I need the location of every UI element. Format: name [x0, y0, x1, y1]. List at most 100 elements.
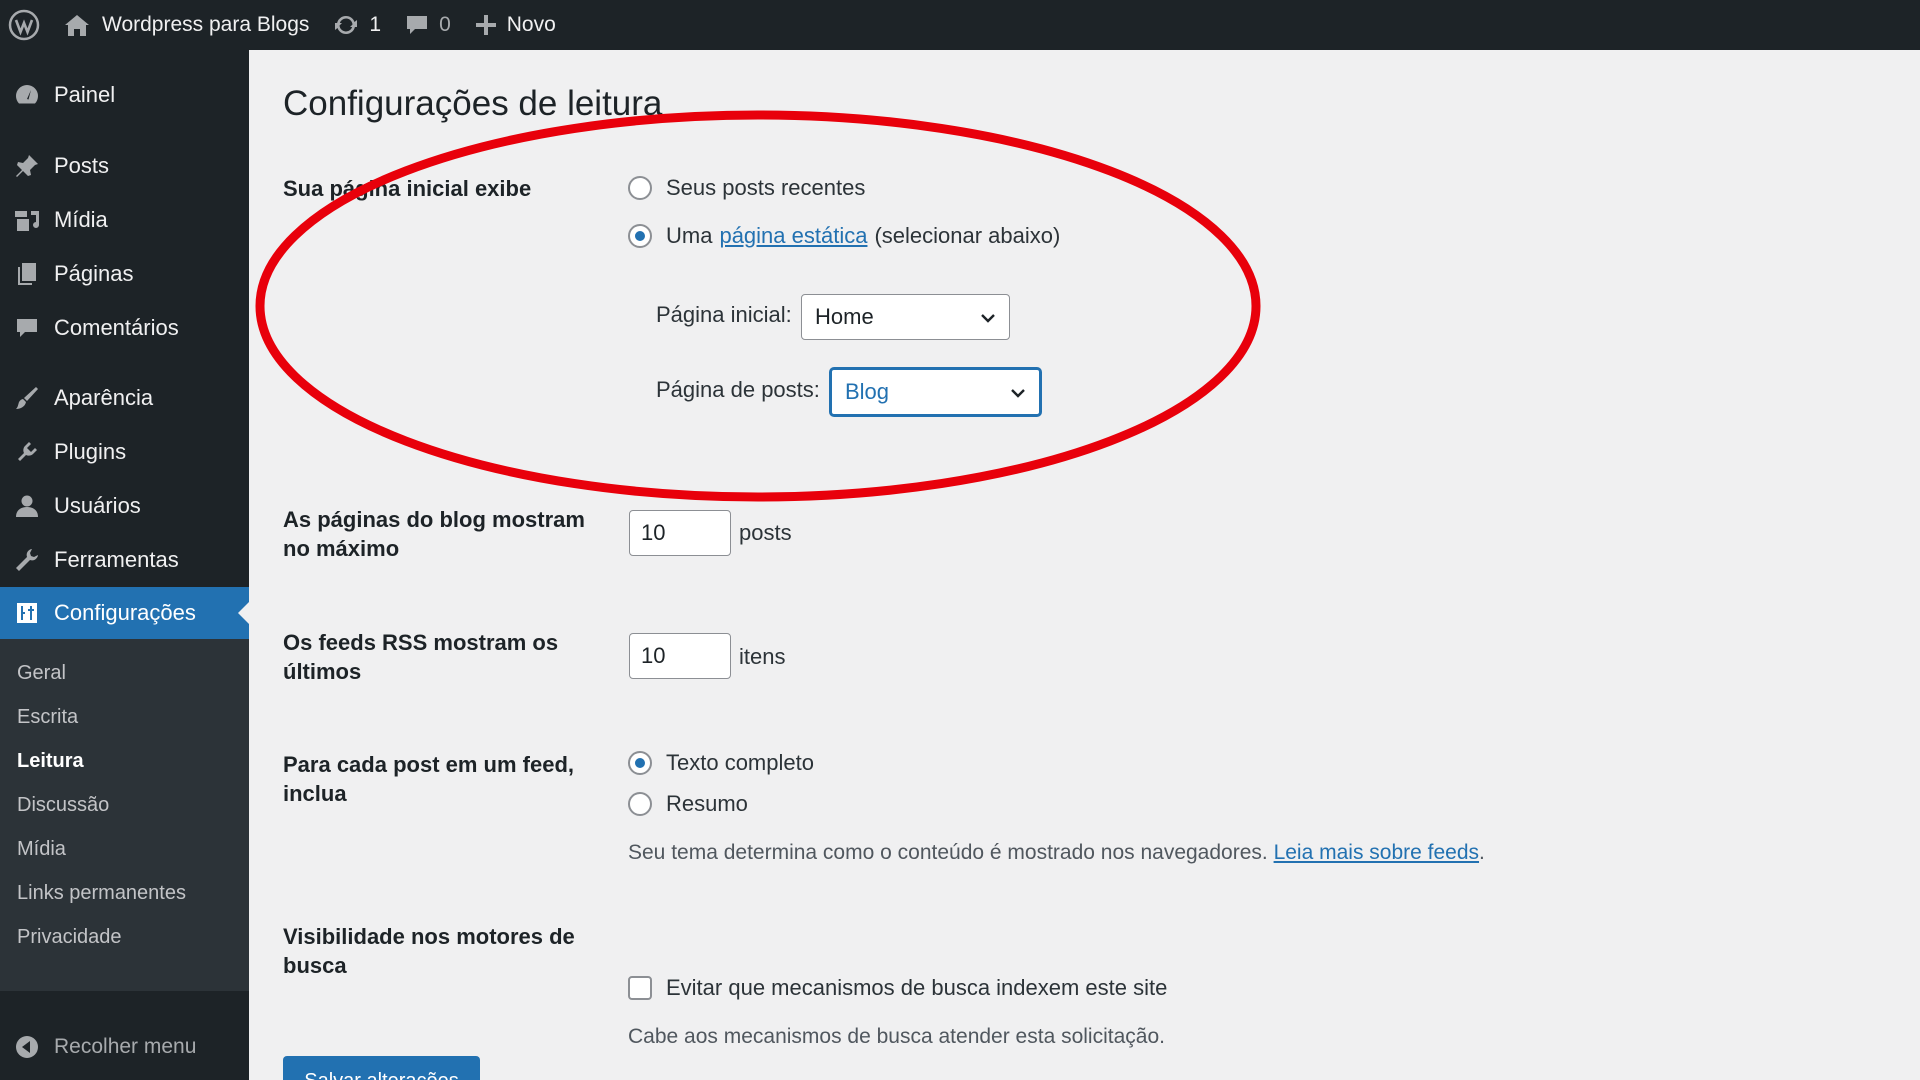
front-page-value: Home — [815, 304, 874, 329]
posts-per-page-value: 10 — [641, 520, 666, 545]
settings-icon — [17, 603, 37, 623]
feed-description-text: Seu tema determina como o conteúdo é mos… — [628, 841, 1268, 864]
sidebar-item-configuracoes[interactable]: Configurações — [0, 587, 249, 639]
media-icon — [15, 211, 39, 231]
posts-per-page-input[interactable]: 10 — [629, 510, 731, 556]
site-name-link[interactable]: Wordpress para Blogs — [52, 0, 321, 50]
submenu-item-privacidade[interactable]: Privacidade — [17, 926, 122, 949]
sidebar-item-plugins[interactable]: Plugins — [0, 426, 249, 478]
radio-static-prefix: Uma — [666, 223, 713, 248]
home-icon — [65, 15, 89, 36]
radio-full-text[interactable]: Texto completo — [628, 750, 814, 776]
sidebar-item-label: Comentários — [54, 315, 179, 340]
collapse-arrow-icon — [16, 1036, 38, 1058]
rss-label: Os feeds RSS mostram os últimos — [283, 630, 559, 684]
posts-page-select[interactable]: Blog — [830, 368, 1041, 416]
sidebar-item-ferramentas[interactable]: Ferramentas — [0, 534, 249, 586]
new-content-link[interactable]: Novo — [463, 0, 568, 50]
sidebar-item-label: Usuários — [54, 493, 141, 518]
updates-link[interactable]: 1 — [321, 0, 393, 50]
sidebar-item-posts[interactable]: Posts — [0, 140, 249, 192]
radio-button[interactable] — [628, 176, 652, 200]
sidebar-item-label: Posts — [54, 153, 110, 178]
user-icon — [16, 495, 38, 517]
update-icon — [335, 15, 358, 35]
pages-icon — [18, 263, 36, 285]
checkbox[interactable] — [628, 976, 652, 1000]
sidebar-item-label: Aparência — [54, 385, 154, 410]
radio-button-checked[interactable] — [628, 224, 652, 248]
plugin-icon — [18, 442, 37, 461]
rss-items-value: 10 — [641, 643, 666, 668]
site-name: Wordpress para Blogs — [102, 13, 310, 36]
collapse-label: Recolher menu — [54, 1035, 197, 1058]
visibility-label: Visibilidade nos motores de busca — [283, 924, 575, 978]
radio-recent-posts[interactable]: Seus posts recentes — [628, 175, 865, 201]
sidebar-item-label: Painel — [54, 82, 116, 107]
pin-icon — [16, 155, 38, 177]
main-content: Configurações de leitura Sua página inic… — [249, 50, 1920, 1080]
radio-static-page[interactable]: Uma página estática (selecionar abaixo) — [628, 223, 1060, 249]
dashboard-icon — [16, 85, 38, 104]
comments-count: 0 — [439, 13, 451, 36]
sidebar-item-usuarios[interactable]: Usuários — [0, 480, 249, 532]
visibility-description: Cabe aos mecanismos de busca atender est… — [628, 1025, 1165, 1048]
sidebar-item-comentarios[interactable]: Comentários — [0, 302, 249, 354]
sidebar-item-midia[interactable]: Mídia — [0, 194, 249, 246]
page-title: Configurações de leitura — [283, 84, 663, 123]
static-page-link[interactable]: página estática — [719, 223, 867, 249]
discourage-search-checkbox[interactable]: Evitar que mecanismos de busca indexem e… — [628, 975, 1167, 1001]
sidebar-item-painel[interactable]: Painel — [0, 69, 249, 121]
chevron-down-icon — [1011, 389, 1025, 398]
radio-summary[interactable]: Resumo — [628, 791, 748, 817]
rss-items-input[interactable]: 10 — [629, 633, 731, 679]
posts-page-label: Página de posts: — [656, 377, 820, 402]
rss-unit: itens — [739, 644, 786, 669]
comment-icon — [407, 16, 428, 34]
radio-static-suffix: (selecionar abaixo) — [874, 223, 1061, 248]
radio-button-checked[interactable] — [628, 751, 652, 775]
sidebar-item-label: Ferramentas — [54, 547, 179, 572]
posts-page-value: Blog — [845, 379, 890, 404]
chevron-down-icon — [981, 314, 995, 323]
radio-summary-label: Resumo — [666, 791, 748, 816]
admin-bar: Wordpress para Blogs 1 0 Novo — [0, 0, 1920, 50]
sidebar-item-paginas[interactable]: Páginas — [0, 248, 249, 300]
feed-description-end: . — [1479, 841, 1485, 864]
sidebar-item-aparencia[interactable]: Aparência — [0, 372, 249, 424]
discourage-search-label: Evitar que mecanismos de busca indexem e… — [666, 975, 1168, 1000]
feed-description: Seu tema determina como o conteúdo é mos… — [628, 841, 1485, 865]
submenu-item-links-permanentes[interactable]: Links permanentes — [17, 882, 186, 905]
front-page-select[interactable]: Home — [801, 294, 1010, 340]
brush-icon — [16, 387, 38, 409]
comments-link[interactable]: 0 — [393, 0, 463, 50]
front-page-label: Página inicial: — [656, 302, 792, 327]
homepage-displays-label: Sua página inicial exibe — [283, 176, 532, 201]
plus-icon — [475, 15, 496, 35]
feed-content-label: Para cada post em um feed, inclua — [283, 752, 574, 806]
save-changes-button[interactable]: Salvar alterações — [283, 1056, 480, 1080]
submenu-item-geral[interactable]: Geral — [17, 662, 66, 685]
submenu-item-leitura[interactable]: Leitura — [17, 750, 84, 773]
submenu-item-midia[interactable]: Mídia — [17, 838, 66, 861]
submenu-item-escrita[interactable]: Escrita — [17, 706, 78, 729]
wordpress-logo-icon[interactable] — [0, 0, 52, 50]
submenu-item-discussao[interactable]: Discussão — [17, 794, 109, 817]
blog-pages-label: As páginas do blog mostram no máximo — [283, 507, 585, 561]
updates-count: 1 — [369, 13, 382, 36]
comment-icon — [17, 319, 37, 337]
sidebar-item-label: Mídia — [54, 207, 108, 232]
sidebar-item-label: Páginas — [54, 261, 134, 286]
radio-full-text-label: Texto completo — [666, 750, 814, 775]
wrench-icon — [16, 549, 38, 571]
new-label: Novo — [506, 13, 556, 36]
admin-sidebar: Painel Posts Mídia Páginas Comentários A… — [0, 50, 249, 1080]
sidebar-item-label: Plugins — [54, 439, 127, 464]
settings-submenu: Geral Escrita Leitura Discussão Mídia Li… — [0, 639, 249, 991]
radio-button[interactable] — [628, 792, 652, 816]
collapse-menu-button[interactable]: Recolher menu — [0, 1025, 196, 1069]
sidebar-item-label: Configurações — [54, 600, 196, 625]
posts-unit: posts — [739, 520, 792, 545]
feeds-help-link[interactable]: Leia mais sobre feeds — [1274, 841, 1479, 864]
radio-recent-posts-label: Seus posts recentes — [666, 175, 866, 200]
